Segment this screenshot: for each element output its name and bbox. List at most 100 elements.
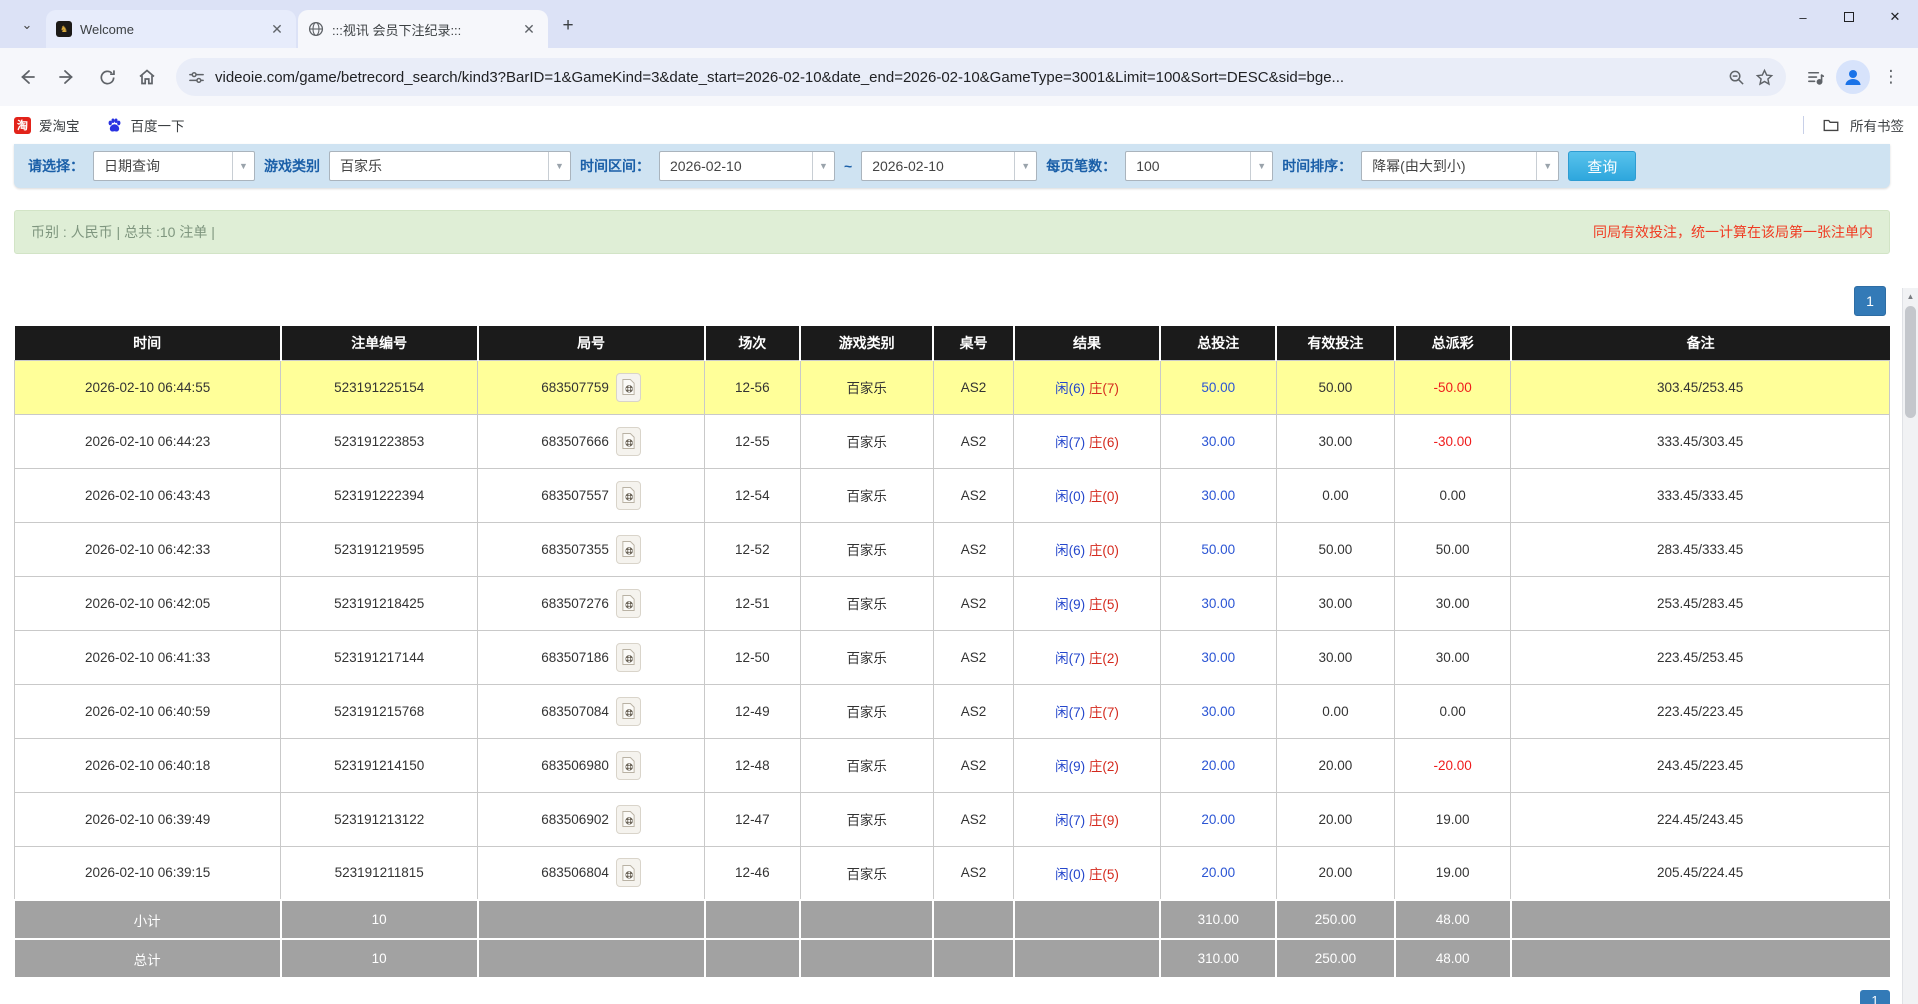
round-number: 683507355 [541,542,609,557]
cell-table: AS2 [933,414,1014,468]
close-tab-icon[interactable]: ✕ [520,20,538,38]
tilde-separator: ~ [844,158,852,174]
valid-bet-notice: 同局有效投注，统一计算在该局第一张注单内 [1593,222,1873,242]
url-text[interactable]: videoie.com/game/betrecord_search/kind3?… [215,69,1718,86]
media-controls-icon[interactable] [1798,60,1832,94]
cell-session: 12-48 [705,738,801,792]
video-record-icon[interactable] [616,751,641,780]
player-result: 闲(6) [1055,381,1085,396]
banker-result: 庄(7) [1089,705,1119,720]
minimize-button[interactable]: – [1780,0,1826,34]
back-icon[interactable] [10,60,44,94]
cell-session: 12-56 [705,360,801,414]
scrollbar-thumb[interactable] [1905,306,1916,418]
tab-search-chevron-icon[interactable]: ⌄ [12,10,42,40]
cell-time: 2026-02-10 06:41:33 [15,630,281,684]
reload-icon[interactable] [90,60,124,94]
page-1-button-bottom[interactable]: 1 [1860,990,1890,1004]
sort-label: 时间排序： [1282,156,1352,176]
cell-bet-id: 523191225154 [281,360,478,414]
cell-bet-id: 523191211815 [281,846,478,900]
round-number: 683507276 [541,596,609,611]
home-icon[interactable] [130,60,164,94]
video-record-icon[interactable] [616,697,641,726]
new-tab-button[interactable]: + [554,12,582,40]
video-record-icon[interactable] [616,589,641,618]
date-end-select[interactable]: 2026-02-10 ▼ [861,151,1037,181]
date-start-value: 2026-02-10 [660,152,812,180]
date-start-select[interactable]: 2026-02-10 ▼ [659,151,835,181]
bookmark-label: 爱淘宝 [39,115,80,135]
maximize-button[interactable] [1826,0,1872,34]
window-controls: – ✕ [1780,0,1918,34]
cell-result: 闲(9) 庄(2) [1014,738,1160,792]
cell-session: 12-54 [705,468,801,522]
page-1-button[interactable]: 1 [1854,286,1886,316]
bookmark-star-icon[interactable] [1755,68,1774,87]
video-record-icon[interactable] [616,805,641,834]
tab-welcome[interactable]: ♞ Welcome ✕ [46,10,296,48]
video-record-icon[interactable] [616,427,641,456]
cell-total-bet: 30.00 [1160,630,1276,684]
close-tab-icon[interactable]: ✕ [268,20,286,38]
cell-remark: 283.45/333.45 [1511,522,1890,576]
cell-payout: 19.00 [1395,846,1511,900]
banker-result: 庄(5) [1089,867,1119,882]
close-window-button[interactable]: ✕ [1872,0,1918,34]
cell-round: 683507186 [478,630,705,684]
cell-round: 683507666 [478,414,705,468]
round-number: 683507759 [541,380,609,395]
cell-total-bet: 20.00 [1160,792,1276,846]
cell-round: 683507276 [478,576,705,630]
game-category-select[interactable]: 百家乐 ▼ [329,151,571,181]
table-row: 2026-02-10 06:39:49 523191213122 6835069… [15,792,1890,846]
browser-toolbar: videoie.com/game/betrecord_search/kind3?… [0,48,1918,106]
cell-round: 683506980 [478,738,705,792]
bookmark-baidu[interactable]: 百度一下 [106,115,185,135]
search-button[interactable]: 查询 [1568,151,1636,181]
vertical-scrollbar[interactable]: ▲ ▼ [1902,288,1918,1004]
video-record-icon[interactable] [616,643,641,672]
sort-select[interactable]: 降幂(由大到小) ▼ [1361,151,1559,181]
divider [1803,116,1804,134]
video-record-icon[interactable] [616,373,641,402]
cell-valid-bet: 0.00 [1276,468,1394,522]
round-number: 683506804 [541,865,609,880]
scroll-up-icon[interactable]: ▲ [1903,288,1918,304]
tab-betrecord[interactable]: :::视讯 会员下注纪录::: ✕ [298,10,548,48]
filter-bar: 请选择： 日期查询 ▼ 游戏类别 百家乐 ▼ 时间区间： 2026-02-10 … [14,144,1890,188]
currency-summary: 币别 : 人民币 | 总共 :10 注单 | [31,222,215,242]
kebab-menu-icon[interactable]: ⋮ [1874,60,1908,94]
folder-icon [1822,116,1840,134]
page-content: 请选择： 日期查询 ▼ 游戏类别 百家乐 ▼ 时间区间： 2026-02-10 … [0,144,1918,1004]
video-record-icon[interactable] [616,535,641,564]
cell-payout: 0.00 [1395,684,1511,738]
video-record-icon[interactable] [616,858,641,887]
chevron-down-icon: ▼ [548,152,570,180]
cell-payout: -30.00 [1395,414,1511,468]
cell-game: 百家乐 [800,414,933,468]
cell-remark: 224.45/243.45 [1511,792,1890,846]
cell-total-bet: 30.00 [1160,684,1276,738]
bookmark-aitaobao[interactable]: 淘 爱淘宝 [14,115,80,135]
page-size-select[interactable]: 100 ▼ [1125,151,1273,181]
site-settings-icon[interactable] [188,69,205,86]
cell-time: 2026-02-10 06:42:33 [15,522,281,576]
address-bar[interactable]: videoie.com/game/betrecord_search/kind3?… [176,58,1786,96]
cell-remark: 223.45/253.45 [1511,630,1890,684]
round-number: 683506980 [541,758,609,773]
all-bookmarks-label[interactable]: 所有书签 [1850,115,1904,135]
video-record-icon[interactable] [616,481,641,510]
forward-icon[interactable] [50,60,84,94]
cell-remark: 205.45/224.45 [1511,846,1890,900]
query-type-select[interactable]: 日期查询 ▼ [93,151,255,181]
cell-round: 683506902 [478,792,705,846]
cell-table: AS2 [933,846,1014,900]
zoom-icon[interactable] [1728,69,1745,86]
cell-payout: -20.00 [1395,738,1511,792]
profile-avatar[interactable] [1836,60,1870,94]
cell-session: 12-55 [705,414,801,468]
player-result: 闲(7) [1055,651,1085,666]
cell-bet-id: 523191219595 [281,522,478,576]
cell-remark: 303.45/253.45 [1511,360,1890,414]
